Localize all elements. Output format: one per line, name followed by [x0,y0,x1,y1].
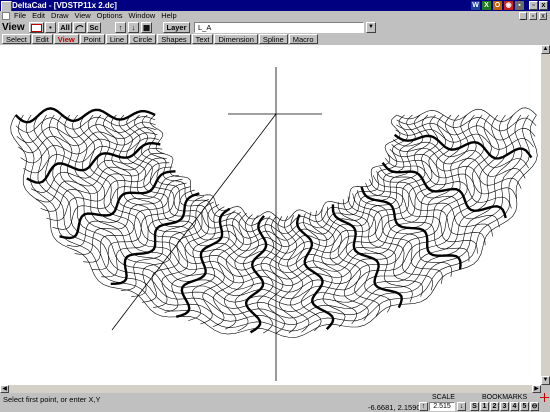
taskbar-tray: W X O ◉ ▪ [471,1,524,10]
menu-file[interactable]: File [14,11,26,21]
menu-help[interactable]: Help [161,11,176,21]
grid-button[interactable]: ▦ [141,22,152,33]
bookmark-4[interactable]: 4 [510,402,519,411]
grid-radial[interactable] [389,148,522,189]
mode-label: View [2,22,25,33]
grid-icon: ▦ [142,23,151,32]
doc-close-button[interactable]: x [539,12,547,20]
tab-view[interactable]: View [53,34,79,44]
bookmark-3[interactable]: 3 [500,402,509,411]
arrow-up-icon: ↑ [118,23,123,32]
tab-select[interactable]: Select [2,34,31,44]
menu-edit[interactable]: Edit [32,11,45,21]
scale-up-button[interactable]: ↑ [419,402,428,411]
bookmarks-label: BOOKMARKS [482,394,528,401]
cursor-coordinates: -6.6681, 2.1590 [368,403,421,412]
doc-restore-button[interactable]: ▫ [529,12,537,20]
mode-tabs: Select Edit View Point Line Circle Shape… [0,34,550,45]
grid-radial[interactable] [101,189,195,278]
horizontal-scrollbar[interactable]: ◀ ▶ [0,385,541,393]
grid-arc[interactable] [149,114,401,222]
menu-view[interactable]: View [75,11,91,21]
zoom-out-button[interactable]: ⊖ [530,402,539,411]
menu-draw[interactable]: Draw [51,11,69,21]
scale-field[interactable]: 2.515 [429,402,455,411]
tab-circle[interactable]: Circle [129,34,157,44]
pan-down-button[interactable]: ↓ [128,22,139,33]
title-bar: DeltaCad - [VDSTP11x 2.dc] W X O ◉ ▪ ▫ x [0,0,550,12]
tab-text[interactable]: Text [191,34,214,44]
drawing-canvas[interactable] [0,45,541,385]
tab-dimension[interactable]: Dimension [214,34,258,44]
layer-field[interactable]: L_A [194,22,364,33]
grid-radial[interactable] [352,193,443,284]
media-icon[interactable]: ◉ [504,1,513,10]
grid-radial[interactable] [40,157,167,212]
zoom-scale-button[interactable]: Sc [87,22,101,33]
layer-dropdown-button[interactable]: ▼ [366,22,376,33]
vertical-scrollbar[interactable]: ▲ ▼ [541,45,550,385]
doc-minimize-button[interactable]: _ [519,12,527,20]
tab-shapes[interactable]: Shapes [157,34,191,44]
minus-circle-icon: ⊖ [531,403,538,410]
grid-radial[interactable] [396,107,537,122]
tab-edit[interactable]: Edit [31,34,53,44]
layer-button[interactable]: Layer [163,22,190,33]
menu-window[interactable]: Window [129,11,156,21]
grid-radial[interactable] [74,179,183,255]
status-bar: Select first point, or enter X,Y -6.6681… [0,393,550,412]
arrow-down-icon: ↓ [131,23,136,32]
grid-arc[interactable] [72,114,477,286]
toolbar: View • All Sc ↑ ↓ ▦ Layer L_A ▼ [0,21,550,34]
arc-icon [75,25,84,31]
bookmark-2[interactable]: 2 [490,402,499,411]
scroll-left-button[interactable]: ◀ [0,385,9,393]
document-icon[interactable] [2,12,10,20]
scroll-down-button[interactable]: ▼ [541,376,550,385]
maximize-button[interactable]: ▫ [529,1,538,10]
tab-line[interactable]: Line [105,34,129,44]
grid-arc[interactable] [126,114,424,241]
zoom-all-button[interactable]: All [58,22,72,33]
outlook-icon[interactable]: O [493,1,502,10]
grid-radial[interactable] [365,182,470,262]
window-title: DeltaCad - [VDSTP11x 2.dc] [12,1,117,10]
grid-radial[interactable] [277,216,298,334]
bookmark-s[interactable]: S [470,402,479,411]
color-swatch-button[interactable] [29,22,44,33]
tab-point[interactable]: Point [79,34,105,44]
crosshair-cursor-icon [540,393,549,402]
tab-macro[interactable]: Macro [288,34,318,44]
command-prompt: Select first point, or enter X,Y [3,395,101,404]
app-icon[interactable]: ▪ [515,1,524,10]
word-icon[interactable]: W [471,1,480,10]
scale-down-button[interactable]: ↓ [457,402,466,411]
menu-options[interactable]: Options [97,11,123,21]
bold-radial-curve[interactable] [14,107,156,124]
scale-label: SCALE [432,394,455,401]
dot-button[interactable]: • [45,22,56,33]
pan-up-button[interactable]: ↑ [115,22,126,33]
grid-arc[interactable] [141,114,409,228]
bookmark-5[interactable]: 5 [520,402,529,411]
grid-radial[interactable] [327,206,392,313]
bookmark-1[interactable]: 1 [480,402,489,411]
drawing-svg[interactable] [0,45,541,385]
menu-bar: File Edit Draw View Options Window Help … [0,11,550,21]
scroll-up-button[interactable]: ▲ [541,45,550,54]
tab-spline[interactable]: Spline [258,34,288,44]
excel-icon[interactable]: X [482,1,491,10]
color-swatch-icon [31,24,42,32]
zoom-arc-button[interactable] [73,22,86,33]
close-button[interactable]: x [539,1,548,10]
scroll-right-button[interactable]: ▶ [532,385,541,393]
